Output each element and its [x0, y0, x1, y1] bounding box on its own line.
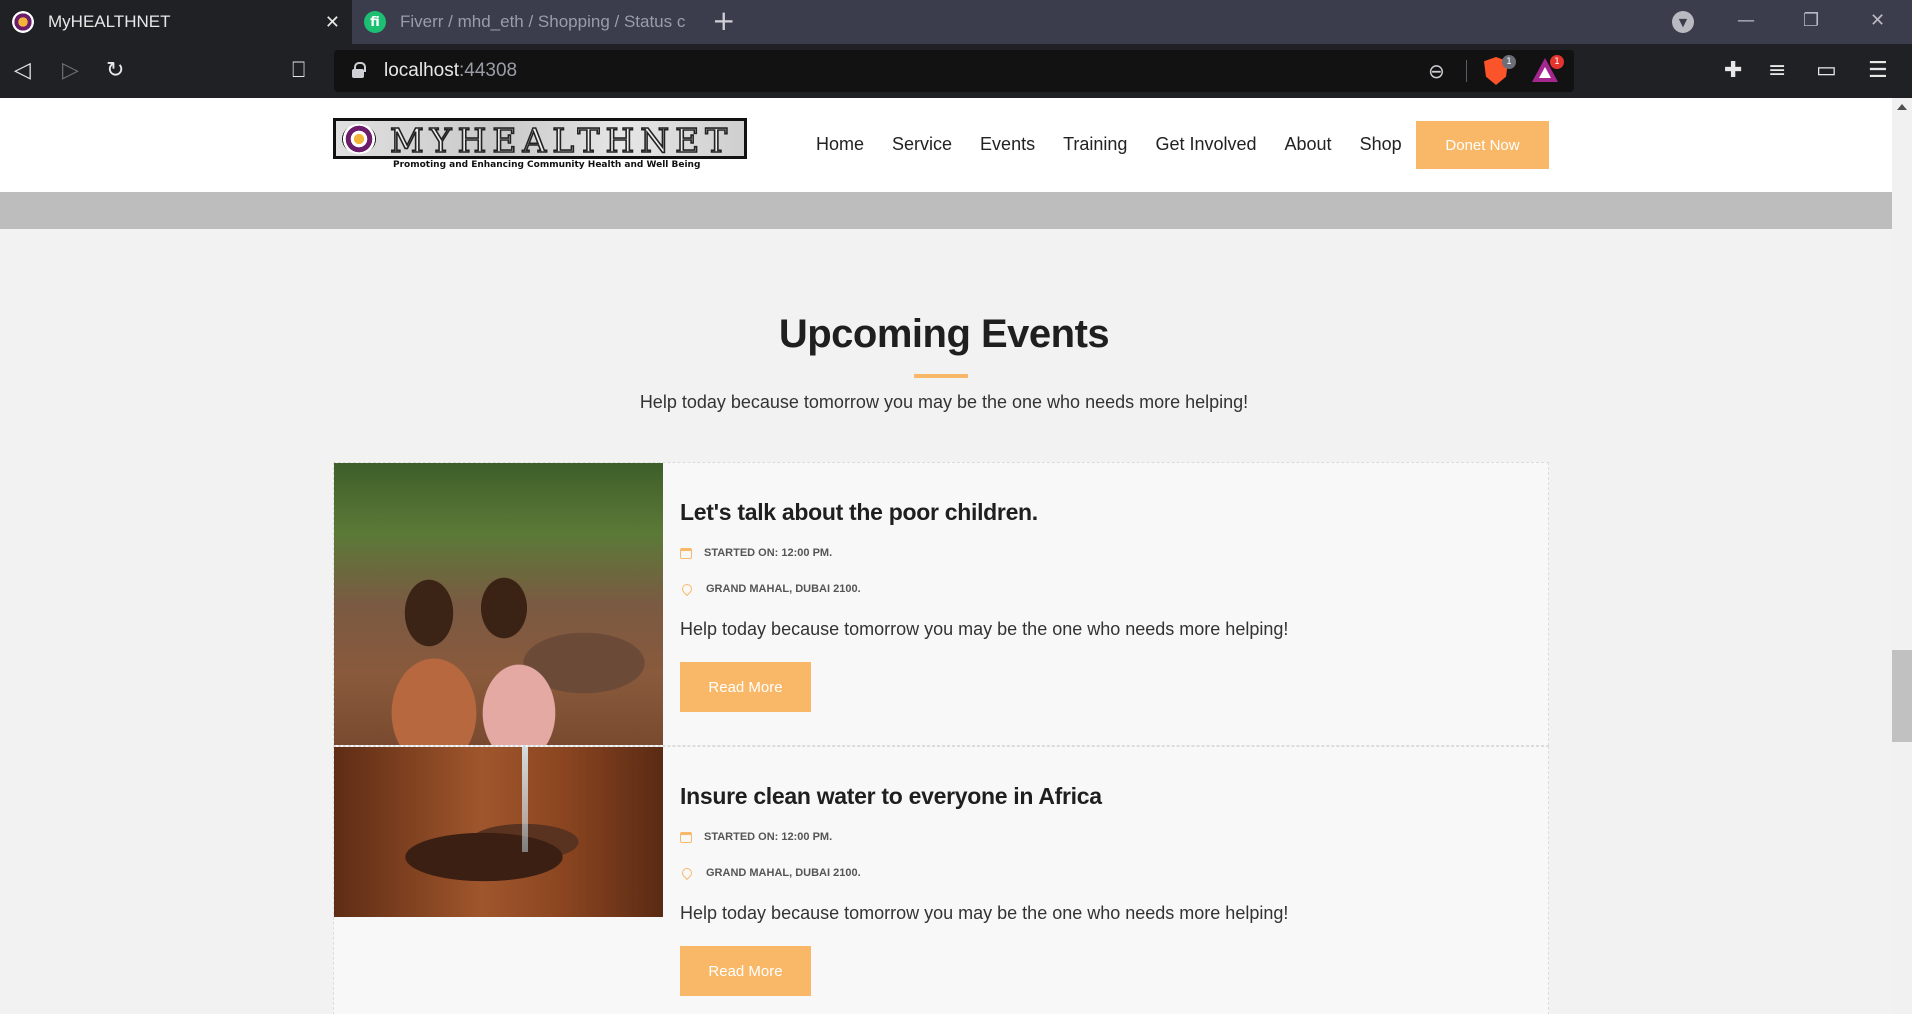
- section-subtitle: Help today because tomorrow you may be t…: [639, 392, 1249, 412]
- logo-emblem-icon: [342, 124, 376, 154]
- myhealthnet-favicon-icon: [12, 11, 34, 33]
- new-tab-plus-icon[interactable]: +: [712, 6, 735, 36]
- restore-icon[interactable]: ❐: [1803, 10, 1819, 31]
- lock-icon: [352, 62, 366, 78]
- site-header: MYHEALTHNET Promoting and Enhancing Comm…: [0, 98, 1892, 192]
- url-host: localhost: [384, 60, 459, 81]
- fiverr-favicon-icon: fi: [364, 11, 386, 33]
- donate-now-button[interactable]: Donet Now: [1416, 121, 1549, 169]
- event-description: Help today because tomorrow you may be t…: [680, 619, 1289, 639]
- nav-training[interactable]: Training: [1063, 134, 1127, 155]
- event-image-children: [334, 463, 663, 745]
- extensions-puzzle-icon[interactable]: ✚: [1724, 58, 1742, 84]
- nav-shop[interactable]: Shop: [1360, 134, 1402, 155]
- browser-tab-strip: MyHEALTHNET ✕ fi Fiverr / mhd_eth / Shop…: [0, 0, 1912, 44]
- wallet-icon[interactable]: ▭: [1816, 58, 1837, 84]
- event-card: Let's talk about the poor children. STAR…: [333, 462, 1549, 746]
- rewards-badge: 1: [1550, 55, 1564, 69]
- tab-fiverr[interactable]: fi Fiverr / mhd_eth / Shopping / Status …: [352, 0, 697, 44]
- tab-title: Fiverr / mhd_eth / Shopping / Status c: [400, 12, 685, 31]
- event-start-time: STARTED ON: 12:00 PM.: [680, 831, 832, 843]
- shields-badge: 1: [1502, 55, 1516, 69]
- water-stream: [522, 747, 528, 852]
- event-image-water: [334, 747, 663, 917]
- address-bar[interactable]: localhost:44308 ⊖ 1 1: [334, 50, 1574, 92]
- logo-tagline: Promoting and Enhancing Community Health…: [393, 160, 701, 170]
- zoom-out-icon[interactable]: ⊖: [1428, 59, 1445, 83]
- location-pin-icon: [679, 581, 695, 597]
- url-text[interactable]: localhost:44308: [384, 60, 517, 82]
- url-port: :44308: [459, 60, 518, 81]
- page-viewport: MYHEALTHNET Promoting and Enhancing Comm…: [0, 98, 1892, 1014]
- read-more-button[interactable]: Read More: [680, 946, 811, 996]
- event-title[interactable]: Let's talk about the poor children.: [680, 499, 1038, 526]
- calendar-icon: [680, 831, 692, 843]
- tab-myhealthnet[interactable]: MyHEALTHNET ✕: [0, 0, 352, 44]
- reload-icon[interactable]: ↻: [106, 58, 124, 84]
- scrollbar-thumb[interactable]: [1892, 650, 1912, 742]
- close-tab-icon[interactable]: ✕: [325, 12, 340, 33]
- nav-home[interactable]: Home: [816, 134, 864, 155]
- browser-toolbar: ◁ ▷ ↻ ⎕ localhost:44308 ⊖ 1 1 ✚ ≡ ▭ ☰: [0, 44, 1912, 98]
- event-card: Insure clean water to everyone in Africa…: [333, 746, 1549, 1014]
- event-location: GRAND MAHAL, DUBAI 2100.: [679, 581, 861, 597]
- event-description: Help today because tomorrow you may be t…: [680, 903, 1289, 923]
- hamburger-menu-icon[interactable]: ☰: [1868, 58, 1888, 84]
- back-icon[interactable]: ◁: [14, 58, 31, 84]
- window-close-icon[interactable]: ✕: [1870, 10, 1885, 31]
- nav-about[interactable]: About: [1285, 134, 1332, 155]
- logo-wordmark: MYHEALTHNET: [389, 121, 734, 160]
- address-bar-divider: [1466, 60, 1467, 82]
- media-playlist-icon[interactable]: ≡: [1768, 58, 1786, 84]
- nav-events[interactable]: Events: [980, 134, 1035, 155]
- event-start-text: STARTED ON: 12:00 PM.: [704, 547, 833, 559]
- tab-search-chevron-icon[interactable]: ▼: [1672, 11, 1694, 33]
- page-scrollbar[interactable]: [1892, 98, 1912, 1014]
- event-title[interactable]: Insure clean water to everyone in Africa: [680, 783, 1102, 810]
- nav-service[interactable]: Service: [892, 134, 952, 155]
- read-more-button[interactable]: Read More: [680, 662, 811, 712]
- location-pin-icon: [679, 865, 695, 881]
- event-location-text: GRAND MAHAL, DUBAI 2100.: [706, 583, 861, 595]
- logo-banner: MYHEALTHNET: [333, 118, 747, 159]
- event-location-text: GRAND MAHAL, DUBAI 2100.: [706, 867, 861, 879]
- event-start-text: STARTED ON: 12:00 PM.: [704, 831, 833, 843]
- forward-icon[interactable]: ▷: [62, 58, 79, 84]
- hero-bottom-band: [0, 192, 1892, 229]
- nav-get-involved[interactable]: Get Involved: [1155, 134, 1256, 155]
- calendar-icon: [680, 547, 692, 559]
- event-location: GRAND MAHAL, DUBAI 2100.: [679, 865, 861, 881]
- tab-title: MyHEALTHNET: [48, 12, 171, 31]
- main-nav: Home Service Events Training Get Involve…: [816, 134, 1430, 155]
- scroll-up-arrow-icon[interactable]: [1897, 104, 1907, 110]
- event-start-time: STARTED ON: 12:00 PM.: [680, 547, 832, 559]
- site-logo[interactable]: MYHEALTHNET Promoting and Enhancing Comm…: [333, 118, 747, 172]
- minimize-icon[interactable]: —: [1737, 10, 1755, 31]
- bookmark-icon[interactable]: ⎕: [292, 58, 305, 84]
- title-underline: [914, 374, 968, 378]
- section-title: Upcoming Events: [778, 312, 1110, 356]
